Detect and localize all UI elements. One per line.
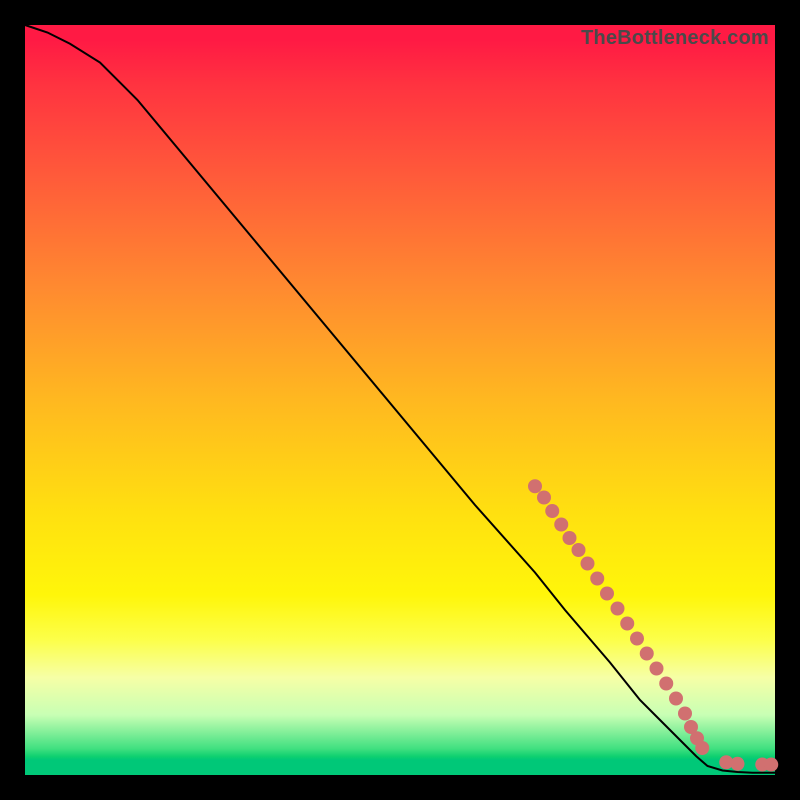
data-point: [572, 543, 586, 557]
data-point: [640, 647, 654, 661]
data-point: [764, 758, 778, 772]
data-point: [537, 491, 551, 505]
data-point: [650, 662, 664, 676]
chart-frame: TheBottleneck.com: [0, 0, 800, 800]
data-point: [590, 572, 604, 586]
data-point: [695, 741, 709, 755]
data-point: [669, 692, 683, 706]
data-point: [545, 504, 559, 518]
data-point: [600, 587, 614, 601]
data-point: [630, 632, 644, 646]
bottleneck-curve: [25, 25, 775, 773]
data-point: [554, 518, 568, 532]
data-point: [563, 531, 577, 545]
chart-svg: [25, 25, 775, 775]
data-point: [731, 757, 745, 771]
data-point: [659, 677, 673, 691]
data-point: [678, 707, 692, 721]
plot-area: TheBottleneck.com: [25, 25, 775, 775]
data-point: [611, 602, 625, 616]
data-point: [528, 479, 542, 493]
data-points-group: [528, 479, 778, 771]
data-point: [581, 557, 595, 571]
data-point: [620, 617, 634, 631]
